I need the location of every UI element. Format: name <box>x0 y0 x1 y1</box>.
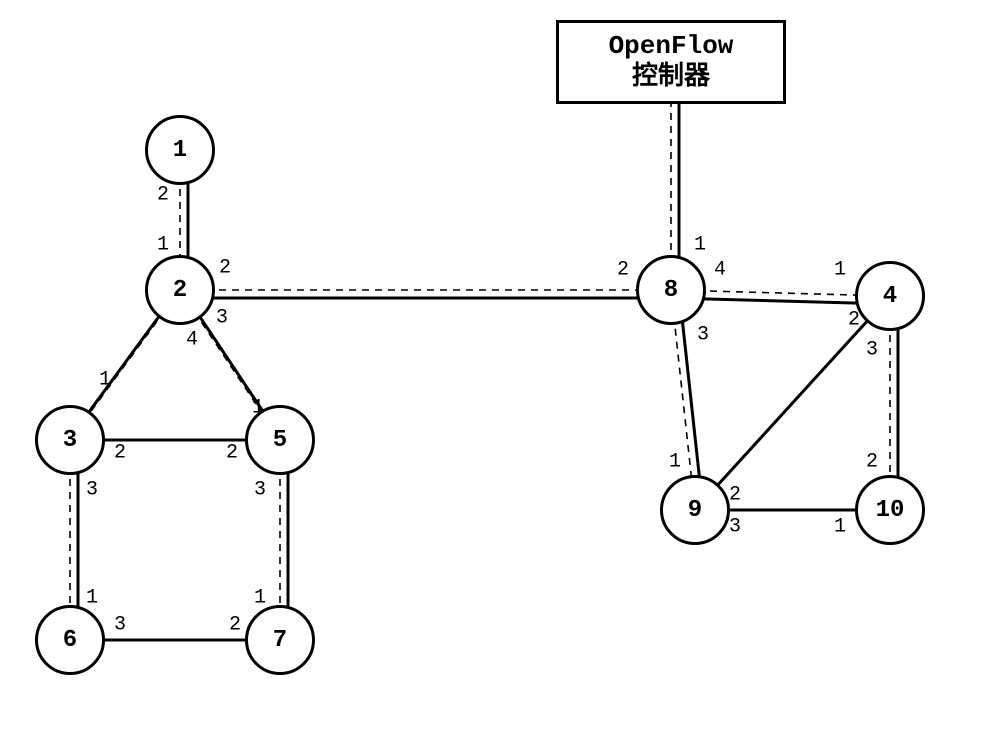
node-3: 3 <box>35 405 105 475</box>
port-label: 3 <box>729 516 741 539</box>
port-label: 1 <box>99 369 111 392</box>
port-label: 1 <box>252 397 264 420</box>
port-label: 3 <box>216 307 228 330</box>
controller-line2: 控制器 <box>577 62 765 93</box>
diagram-stage: OpenFlow 控制器 123567849102123411223311321… <box>0 0 1000 729</box>
port-label: 2 <box>617 259 629 282</box>
node-4: 4 <box>855 261 925 331</box>
port-label: 1 <box>834 259 846 282</box>
node-8: 8 <box>636 255 706 325</box>
port-label: 4 <box>186 329 198 352</box>
port-label: 1 <box>694 234 706 257</box>
controller-line1: OpenFlow <box>577 31 765 62</box>
node-9: 9 <box>660 475 730 545</box>
node-7: 7 <box>245 605 315 675</box>
port-label: 2 <box>848 309 860 332</box>
port-label: 2 <box>229 614 241 637</box>
port-label: 2 <box>729 484 741 507</box>
port-label: 3 <box>697 324 709 347</box>
port-label: 2 <box>226 442 238 465</box>
node-6: 6 <box>35 605 105 675</box>
port-label: 2 <box>157 184 169 207</box>
port-label: 2 <box>866 451 878 474</box>
port-label: 3 <box>254 479 266 502</box>
port-label: 1 <box>157 234 169 257</box>
node-2: 2 <box>145 255 215 325</box>
node-1: 1 <box>145 115 215 185</box>
port-label: 2 <box>114 442 126 465</box>
node-10: 10 <box>855 475 925 545</box>
port-label: 1 <box>86 587 98 610</box>
port-label: 2 <box>219 257 231 280</box>
port-label: 3 <box>114 614 126 637</box>
port-label: 3 <box>86 479 98 502</box>
port-label: 4 <box>714 259 726 282</box>
openflow-controller-box: OpenFlow 控制器 <box>556 20 786 104</box>
solid-edge-s14 <box>695 296 890 510</box>
port-label: 3 <box>866 339 878 362</box>
edges-layer <box>0 0 1000 729</box>
port-label: 1 <box>669 451 681 474</box>
port-label: 1 <box>254 587 266 610</box>
port-label: 1 <box>834 516 846 539</box>
